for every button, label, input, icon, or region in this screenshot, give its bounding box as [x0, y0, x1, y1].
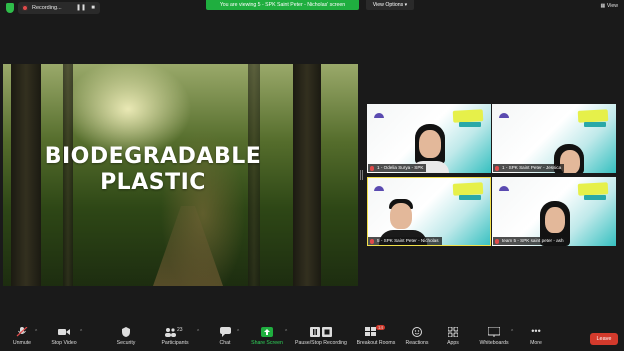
shared-screen-slide: BIODEGRADABLE PLASTIC: [3, 64, 358, 286]
apps-label: Apps: [447, 340, 459, 346]
mic-muted-icon: [495, 165, 499, 171]
breakout-rooms-icon: 14: [365, 325, 387, 337]
brand-logo: [374, 186, 384, 191]
chevron-down-icon: ▾: [404, 2, 408, 8]
view-options-button[interactable]: View Options ▾: [366, 0, 414, 10]
recording-label: Recording...: [32, 5, 62, 11]
more-label: More: [530, 340, 542, 346]
slide-title: BIODEGRADABLE PLASTIC: [3, 144, 303, 196]
breakout-rooms-label: Breakout Rooms: [356, 340, 396, 346]
apps-icon: [448, 327, 458, 337]
reactions-icon: [412, 327, 422, 337]
top-bar: Recording... ❚❚ ■ You are viewing 5 - SP…: [0, 0, 624, 16]
unmute-label: Unmute: [12, 340, 32, 346]
participant-name-text: 5 - SPK Saint Peter - Nicholas: [377, 238, 439, 243]
pause-icon[interactable]: ❚❚: [76, 3, 86, 13]
view-options-label: View Options: [372, 2, 404, 8]
reactions-label: Reactions: [405, 340, 429, 346]
slide-title-line-2: PLASTIC: [100, 170, 206, 195]
chevron-up-icon[interactable]: ⌃: [196, 329, 200, 335]
pause-stop-recording-label: Pause/Stop Recording: [295, 340, 347, 346]
participant-name: 1 - SPK Saint Peter - Jessica: [493, 164, 565, 172]
chat-icon: [219, 327, 231, 337]
participants-icon: 23: [164, 327, 186, 337]
brand-logo: [374, 113, 384, 118]
badge-graphic: [577, 109, 609, 123]
badge-graphic: [459, 122, 481, 127]
security-button[interactable]: Security: [112, 327, 140, 346]
mic-muted-icon: [370, 238, 374, 244]
participant-name: team 5 - SPK saint peter - ash: [493, 237, 567, 245]
forest-path: [153, 206, 223, 286]
pause-stop-recording-button[interactable]: Pause/Stop Recording: [292, 327, 350, 346]
whiteboard-icon: [488, 327, 500, 337]
face: [419, 130, 441, 158]
participant-name: 5 - SPK Saint Peter - Nicholas: [368, 237, 442, 245]
whiteboards-button[interactable]: Whiteboards: [476, 327, 512, 346]
badge-graphic: [584, 195, 606, 200]
meeting-toolbar: Unmute ⌃ Stop Video ⌃ Security 23 Partic…: [0, 323, 624, 351]
mic-muted-icon: [370, 165, 374, 171]
participant-name-text: 1 - SPK Saint Peter - Jessica: [502, 165, 562, 170]
participant-name: 1 - Odelia Surya - SPK: [368, 164, 427, 172]
brand-logo: [499, 113, 509, 118]
chat-label: Chat: [219, 340, 231, 346]
unmute-button[interactable]: Unmute: [8, 327, 36, 346]
shield-icon: [122, 327, 130, 337]
participant-tile[interactable]: team 5 - SPK saint peter - ash: [492, 177, 616, 246]
pause-stop-icon: [310, 327, 332, 337]
badge-graphic: [459, 195, 481, 200]
stop-video-button[interactable]: Stop Video: [48, 327, 80, 346]
reactions-button[interactable]: Reactions: [402, 327, 432, 346]
badge-graphic: [584, 122, 606, 127]
share-screen-icon: [261, 327, 273, 337]
whiteboards-label: Whiteboards: [479, 340, 509, 346]
face: [545, 207, 565, 233]
badge-graphic: [577, 182, 609, 196]
share-screen-label: Share Screen: [251, 340, 283, 346]
participant-tile[interactable]: 1 - Odelia Surya - SPK: [367, 104, 491, 173]
mic-muted-icon: [16, 327, 28, 337]
viewing-banner: You are viewing 5 - SPK Saint Peter - Ni…: [206, 0, 359, 10]
participant-tile[interactable]: 1 - SPK Saint Peter - Jessica: [492, 104, 616, 173]
apps-button[interactable]: Apps: [442, 327, 464, 346]
stop-icon[interactable]: ■: [88, 3, 98, 13]
participant-name-text: team 5 - SPK saint peter - ash: [502, 238, 564, 243]
recording-dot-icon: [22, 5, 28, 11]
more-icon: •••: [531, 326, 541, 336]
brand-logo: [499, 186, 509, 191]
grid-icon: [365, 327, 376, 336]
participants-count: 23: [177, 327, 183, 333]
more-button[interactable]: ••• More: [526, 326, 546, 347]
leave-button[interactable]: Leave: [590, 333, 618, 345]
resize-handle[interactable]: [360, 170, 363, 180]
chat-button[interactable]: Chat: [212, 327, 238, 346]
participants-button[interactable]: 23 Participants: [158, 327, 192, 346]
chevron-up-icon[interactable]: ⌃: [284, 329, 288, 335]
breakout-rooms-count-badge: 14: [376, 325, 386, 330]
chevron-up-icon[interactable]: ⌃: [510, 329, 514, 335]
breakout-rooms-button[interactable]: 14 Breakout Rooms: [354, 325, 398, 346]
security-shield-icon[interactable]: [6, 3, 14, 13]
face: [390, 203, 412, 229]
stop-video-label: Stop Video: [51, 340, 77, 346]
participant-tile-active-speaker[interactable]: 5 - SPK Saint Peter - Nicholas: [367, 177, 491, 246]
video-camera-icon: [58, 329, 70, 335]
view-button[interactable]: ▦ View: [600, 3, 618, 9]
share-screen-button[interactable]: Share Screen: [248, 327, 286, 346]
slide-title-line-1: BIODEGRADABLE: [44, 144, 262, 169]
chevron-up-icon[interactable]: ⌃: [79, 329, 83, 335]
participants-label: Participants: [161, 340, 189, 346]
mic-muted-icon: [495, 238, 499, 244]
badge-graphic: [452, 182, 484, 196]
grid-view-icon: ▦: [600, 3, 606, 9]
badge-graphic: [452, 109, 484, 123]
people-icon: [165, 328, 176, 337]
security-label: Security: [116, 340, 136, 346]
participant-name-text: 1 - Odelia Surya - SPK: [377, 165, 424, 170]
view-button-label: View: [606, 3, 618, 9]
chevron-up-icon[interactable]: ⌃: [236, 329, 240, 335]
recording-controls-icon: [310, 327, 332, 337]
chevron-up-icon[interactable]: ⌃: [34, 329, 38, 335]
